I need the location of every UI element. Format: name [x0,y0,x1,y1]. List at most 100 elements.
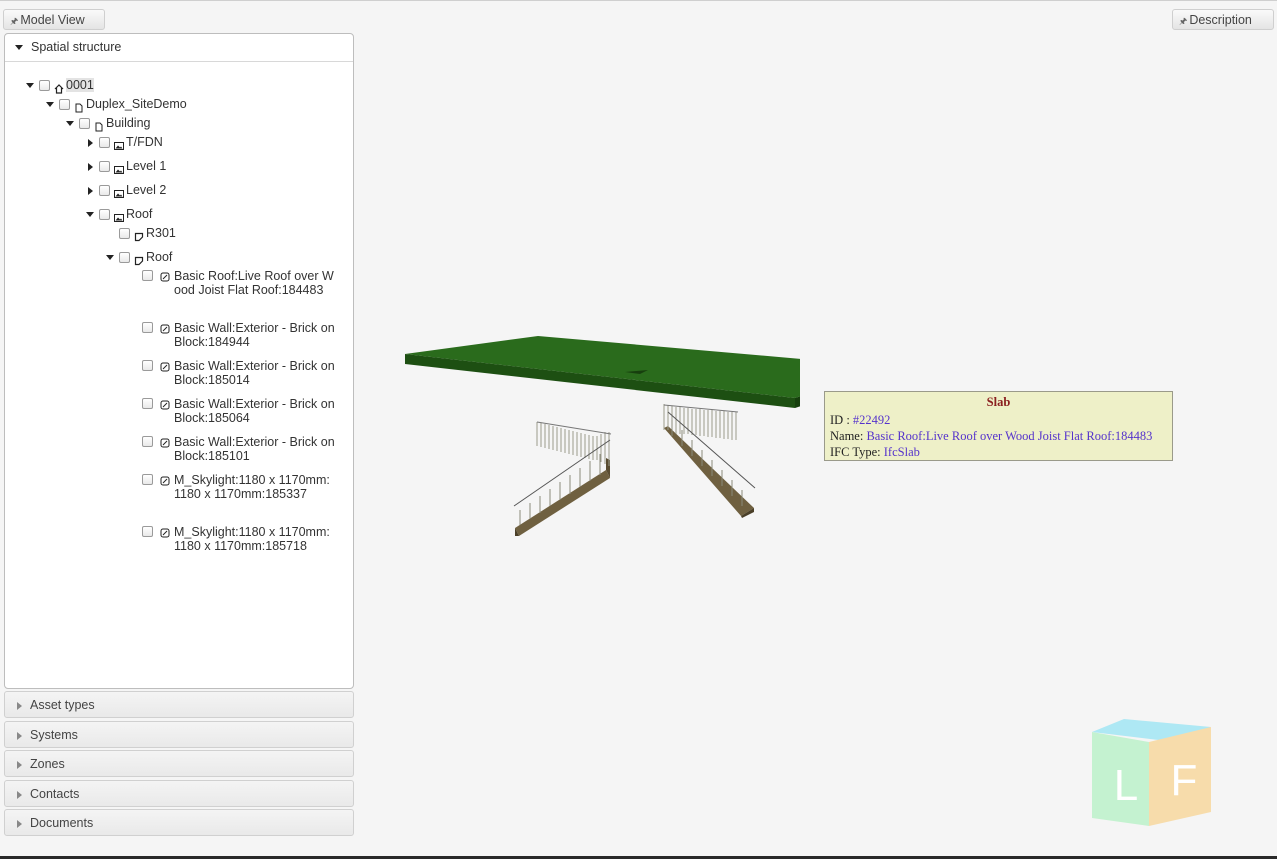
checkbox[interactable] [99,185,110,197]
tree-node-element[interactable]: Basic Wall:Exterior - Brick on Block:185… [142,435,342,465]
expand-toggle-icon[interactable] [87,138,93,147]
roof-slab[interactable] [405,336,800,408]
checkbox[interactable] [142,474,153,485]
spatial-structure-panel: Spatial structure 0001 Duplex_SiteDemo B… [4,33,354,689]
tooltip-name-label: Name: [830,429,867,443]
tree-label: Duplex_SiteDemo [86,97,187,111]
stair-left[interactable] [513,421,612,536]
pin-icon: 🖈 [1179,16,1188,26]
element-icon [160,437,170,448]
model-view-label: Model View [20,13,85,27]
description-button[interactable]: 🖈 Description [1172,9,1274,30]
checkbox[interactable] [142,526,153,537]
checkbox[interactable] [142,360,153,371]
tooltip-title: Slab [986,395,1011,409]
tooltip-type-value: IfcSlab [883,445,920,459]
element-icon [160,527,170,538]
accordion-label: Contacts [30,787,80,801]
document-icon [94,119,104,132]
tree-label: Level 1 [126,159,167,173]
tooltip-id-value: #22492 [852,413,891,427]
expand-icon [17,819,22,828]
pin-icon: 🖈 [10,16,19,26]
tree-label: R301 [146,226,176,240]
checkbox[interactable] [119,252,130,264]
expand-icon [17,701,22,710]
document-icon [74,100,84,113]
tree-node-level2[interactable]: Level 2 [85,181,166,199]
tree-node-element[interactable]: Basic Roof:Live Roof over Wood Joist Fla… [142,269,342,313]
navigation-cube[interactable]: L F [1088,716,1214,828]
accordion-contacts[interactable]: Contacts [4,780,354,807]
accordion-label: Documents [30,816,94,830]
stair-right[interactable] [663,404,756,518]
cube-left-label: L [1114,761,1138,810]
tree-label: Roof [146,250,173,264]
tree-node-roof-storey[interactable]: Roof [85,205,152,223]
model-view-button[interactable]: 🖈 Model View [3,9,105,30]
checkbox[interactable] [39,80,50,92]
accordion-systems[interactable]: Systems [4,721,354,748]
tree-label: Building [106,116,151,130]
expand-toggle-icon[interactable] [106,255,114,261]
accordion-asset-types[interactable]: Asset types [4,691,354,718]
element-icon [160,399,170,410]
tree-node-site[interactable]: Duplex_SiteDemo [45,95,187,113]
tree-node-r301[interactable]: R301 [119,224,176,242]
tree-node-element[interactable]: Basic Wall:Exterior - Brick on Block:185… [142,359,342,389]
expand-toggle-icon[interactable] [87,162,93,171]
model-viewport[interactable] [360,300,800,560]
expand-toggle-icon[interactable] [46,102,54,108]
checkbox[interactable] [142,322,153,333]
tree-label: Basic Wall:Exterior - Brick on Block:185… [174,435,335,463]
tree-label: Roof [126,207,153,221]
expand-icon [17,790,22,799]
expand-toggle-icon[interactable] [86,212,94,218]
tree-node-element[interactable]: M_Skylight:1180 x 1170mm:1180 x 1170mm:1… [142,525,342,569]
tree-label: M_Skylight:1180 x 1170mm:1180 x 1170mm:1… [174,473,330,501]
tree-node-roof-space[interactable]: Roof [105,248,172,266]
element-icon [160,323,170,334]
expand-toggle-icon[interactable] [87,186,93,195]
tooltip-name-row: Name: Basic Roof:Live Roof over Wood Joi… [830,428,1167,444]
element-tooltip: Slab ID : #22492 Name: Basic Roof:Live R… [824,391,1173,461]
accordion-documents[interactable]: Documents [4,809,354,836]
checkbox[interactable] [142,436,153,447]
home-icon [54,81,64,94]
image-icon [114,186,124,198]
checkbox[interactable] [142,270,153,281]
tree-label: Basic Roof:Live Roof over Wood Joist Fla… [174,269,334,297]
expand-toggle-icon[interactable] [66,121,74,127]
space-icon [134,229,144,241]
tree-node-element[interactable]: M_Skylight:1180 x 1170mm:1180 x 1170mm:1… [142,473,342,517]
spatial-structure-header[interactable]: Spatial structure [5,34,353,62]
image-icon [114,210,124,222]
tree-node-element[interactable]: Basic Wall:Exterior - Brick on Block:185… [142,397,342,427]
checkbox[interactable] [79,118,90,130]
tree-node-building[interactable]: Building [65,114,150,132]
tree-label: T/FDN [126,135,163,149]
tree-node-project[interactable]: 0001 [25,76,94,94]
expand-icon [17,760,22,769]
tooltip-type-row: IFC Type: IfcSlab [830,444,1167,460]
accordion-label: Systems [30,728,78,742]
checkbox[interactable] [119,228,130,240]
tree-node-level1[interactable]: Level 1 [85,157,166,175]
tree-node-tfdn[interactable]: T/FDN [85,133,163,151]
tooltip-id-label: ID : [830,413,853,427]
panel-title: Spatial structure [31,40,122,54]
checkbox[interactable] [59,99,70,111]
checkbox[interactable] [99,137,110,149]
checkbox[interactable] [142,398,153,409]
cube-front-label: F [1171,756,1198,805]
accordion-zones[interactable]: Zones [4,750,354,777]
checkbox[interactable] [99,209,110,221]
tree-label: Basic Wall:Exterior - Brick on Block:185… [174,359,335,387]
tree-label: Basic Wall:Exterior - Brick on Block:185… [174,397,335,425]
tree-node-element[interactable]: Basic Wall:Exterior - Brick on Block:184… [142,321,342,351]
checkbox[interactable] [99,161,110,173]
element-icon [160,475,170,486]
expand-toggle-icon[interactable] [26,83,34,89]
description-label: Description [1189,13,1252,27]
top-border [0,0,1277,1]
